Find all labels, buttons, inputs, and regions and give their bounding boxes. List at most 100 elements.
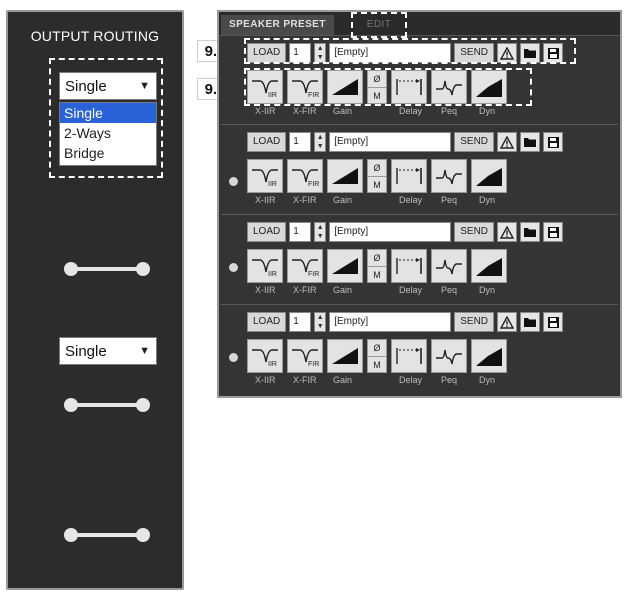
phase-label[interactable]: Ø bbox=[368, 250, 386, 267]
save-icon[interactable] bbox=[543, 222, 564, 242]
crossover-fir-button[interactable]: FIR bbox=[287, 159, 323, 193]
crossover-fir-button[interactable]: FIR bbox=[287, 249, 323, 283]
dropdown-option-bridge[interactable]: Bridge bbox=[60, 143, 156, 163]
load-button[interactable]: LOAD bbox=[247, 222, 287, 242]
delay-icon bbox=[396, 168, 422, 184]
highlight-box-9-2 bbox=[244, 68, 532, 106]
routing-select-2[interactable]: Single ▼ bbox=[59, 337, 157, 365]
svg-text:FIR: FIR bbox=[308, 361, 319, 368]
routing-select-1-value: Single bbox=[65, 77, 107, 95]
dropdown-option-single[interactable]: Single bbox=[60, 103, 156, 123]
number-spinner[interactable]: ▲ ▼ bbox=[314, 132, 327, 152]
fx-label: X-FIR bbox=[293, 195, 317, 205]
channel-led bbox=[229, 177, 238, 186]
crossover-fir-icon: FIR bbox=[292, 349, 319, 368]
fx-label: X-FIR bbox=[293, 106, 317, 116]
phase-label[interactable]: Ø bbox=[368, 340, 386, 357]
peq-icon bbox=[436, 169, 462, 185]
svg-text:FIR: FIR bbox=[308, 181, 319, 188]
preset-name-field[interactable]: [Empty] bbox=[329, 312, 452, 332]
link-toggle-3[interactable] bbox=[64, 528, 150, 542]
fx-label: Peq bbox=[441, 106, 458, 116]
link-dot bbox=[136, 398, 150, 412]
save-icon[interactable] bbox=[543, 132, 564, 152]
crossover-fir-icon: FIR bbox=[292, 259, 319, 278]
gain-button[interactable] bbox=[327, 249, 363, 283]
dynamics-button[interactable] bbox=[471, 249, 507, 283]
mute-label[interactable]: M bbox=[368, 357, 386, 373]
delay-icon bbox=[396, 348, 422, 364]
fx-label: X-IIR bbox=[255, 285, 276, 295]
folder-icon[interactable] bbox=[520, 132, 541, 152]
preset-number-field[interactable]: 1 bbox=[289, 132, 312, 152]
gain-icon bbox=[332, 168, 358, 184]
folder-icon[interactable] bbox=[520, 222, 541, 242]
fx-label: Dyn bbox=[479, 285, 496, 295]
link-dot bbox=[136, 528, 150, 542]
preset-number-field[interactable]: 1 bbox=[289, 312, 312, 332]
warning-icon[interactable] bbox=[497, 222, 518, 242]
send-button[interactable]: SEND bbox=[454, 132, 495, 152]
folder-icon[interactable] bbox=[520, 312, 541, 332]
crossover-iir-icon: IIR bbox=[252, 259, 278, 278]
preset-name-field[interactable]: [Empty] bbox=[329, 132, 452, 152]
number-spinner[interactable]: ▲ ▼ bbox=[314, 312, 327, 332]
link-bar bbox=[71, 403, 143, 407]
peq-button[interactable] bbox=[431, 249, 467, 283]
mute-label[interactable]: M bbox=[368, 267, 386, 283]
crossover-fir-button[interactable]: FIR bbox=[287, 339, 323, 373]
load-button[interactable]: LOAD bbox=[247, 132, 287, 152]
svg-text:FIR: FIR bbox=[308, 271, 319, 278]
highlight-box-9-1 bbox=[244, 38, 576, 64]
link-dot bbox=[136, 262, 150, 276]
dynamics-icon bbox=[476, 348, 502, 366]
warning-icon[interactable] bbox=[497, 132, 518, 152]
gain-button[interactable] bbox=[327, 339, 363, 373]
save-icon[interactable] bbox=[543, 312, 564, 332]
gain-button[interactable] bbox=[327, 159, 363, 193]
delay-button[interactable] bbox=[391, 249, 427, 283]
peq-icon bbox=[436, 349, 462, 365]
dynamics-icon bbox=[476, 168, 502, 186]
fx-label: Peq bbox=[441, 195, 458, 205]
number-spinner[interactable]: ▲ ▼ bbox=[314, 222, 327, 242]
crossover-fir-icon: FIR bbox=[292, 169, 319, 188]
delay-button[interactable] bbox=[391, 159, 427, 193]
fx-label: Delay bbox=[399, 285, 423, 295]
send-button[interactable]: SEND bbox=[454, 312, 495, 332]
crossover-iir-button[interactable]: IIR bbox=[247, 159, 283, 193]
phase-label[interactable]: Ø bbox=[368, 160, 386, 177]
svg-text:IIR: IIR bbox=[268, 271, 277, 278]
routing-select-1[interactable]: Single ▼ bbox=[59, 72, 157, 100]
fx-button-line: IIR FIR Ø M bbox=[247, 249, 507, 283]
peq-button[interactable] bbox=[431, 339, 467, 373]
phase-mute-button[interactable]: Ø M bbox=[367, 249, 387, 283]
peq-button[interactable] bbox=[431, 159, 467, 193]
delay-button[interactable] bbox=[391, 339, 427, 373]
dynamics-button[interactable] bbox=[471, 159, 507, 193]
phase-mute-button[interactable]: Ø M bbox=[367, 159, 387, 193]
tab-speaker-preset[interactable]: SPEAKER PRESET bbox=[221, 15, 334, 35]
link-toggle-1[interactable] bbox=[64, 262, 150, 276]
svg-text:IIR: IIR bbox=[268, 181, 277, 188]
fx-label: Peq bbox=[441, 285, 458, 295]
phase-mute-button[interactable]: Ø M bbox=[367, 339, 387, 373]
send-button[interactable]: SEND bbox=[454, 222, 495, 242]
routing-dropdown[interactable]: Single 2-Ways Bridge bbox=[59, 102, 157, 166]
preset-name-field[interactable]: [Empty] bbox=[329, 222, 452, 242]
crossover-iir-button[interactable]: IIR bbox=[247, 339, 283, 373]
dynamics-button[interactable] bbox=[471, 339, 507, 373]
output-routing-title: OUTPUT ROUTING bbox=[30, 28, 160, 44]
crossover-iir-button[interactable]: IIR bbox=[247, 249, 283, 283]
preset-tab-bar: SPEAKER PRESET EDIT bbox=[219, 12, 620, 38]
link-toggle-2[interactable] bbox=[64, 398, 150, 412]
preset-channel-row: LOAD 1 ▲ ▼ [Empty] SEND IIR FIR Ø M X-II… bbox=[221, 124, 618, 212]
warning-icon[interactable] bbox=[497, 312, 518, 332]
preset-control-line: LOAD 1 ▲ ▼ [Empty] SEND bbox=[247, 311, 564, 333]
preset-number-field[interactable]: 1 bbox=[289, 222, 312, 242]
tab-edit[interactable]: EDIT bbox=[351, 12, 407, 38]
load-button[interactable]: LOAD bbox=[247, 312, 287, 332]
dropdown-option-2-ways[interactable]: 2-Ways bbox=[60, 123, 156, 143]
preset-control-line: LOAD 1 ▲ ▼ [Empty] SEND bbox=[247, 131, 564, 153]
mute-label[interactable]: M bbox=[368, 177, 386, 193]
